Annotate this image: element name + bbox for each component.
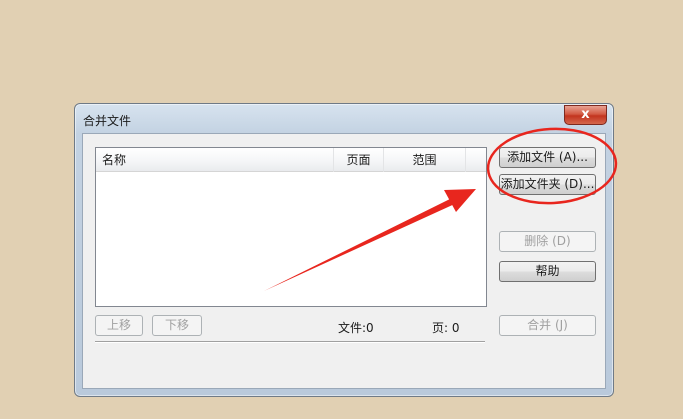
dialog-title: 合并文件: [83, 114, 132, 128]
file-list[interactable]: 名称 页面 范围: [95, 147, 487, 307]
move-down-button[interactable]: 下移: [152, 315, 202, 336]
add-file-button[interactable]: 添加文件 (A)...: [499, 147, 596, 168]
column-header-pages[interactable]: 页面: [334, 148, 384, 172]
delete-button[interactable]: 删除 (D): [499, 231, 596, 252]
close-button[interactable]: x: [564, 105, 607, 125]
merge-button[interactable]: 合并 (J): [499, 315, 596, 336]
add-folder-button[interactable]: 添加文件夹 (D)...: [499, 174, 596, 195]
file-list-header: 名称 页面 范围: [96, 148, 486, 172]
file-count-label: 文件:0: [338, 321, 374, 335]
page-count-label: 页: 0: [432, 321, 460, 335]
divider: [95, 341, 485, 343]
title-bar[interactable]: 合并文件 x: [75, 104, 613, 134]
merge-files-dialog: 合并文件 x 名称 页面 范围 添加文件 (A)... 添加文件夹 (D)...…: [74, 103, 614, 397]
column-header-range[interactable]: 范围: [384, 148, 466, 172]
move-up-button[interactable]: 上移: [95, 315, 143, 336]
help-button[interactable]: 帮助: [499, 261, 596, 282]
column-header-name[interactable]: 名称: [96, 148, 334, 172]
dialog-client-area: 名称 页面 范围 添加文件 (A)... 添加文件夹 (D)... 删除 (D)…: [82, 133, 606, 389]
close-icon: x: [581, 107, 590, 122]
